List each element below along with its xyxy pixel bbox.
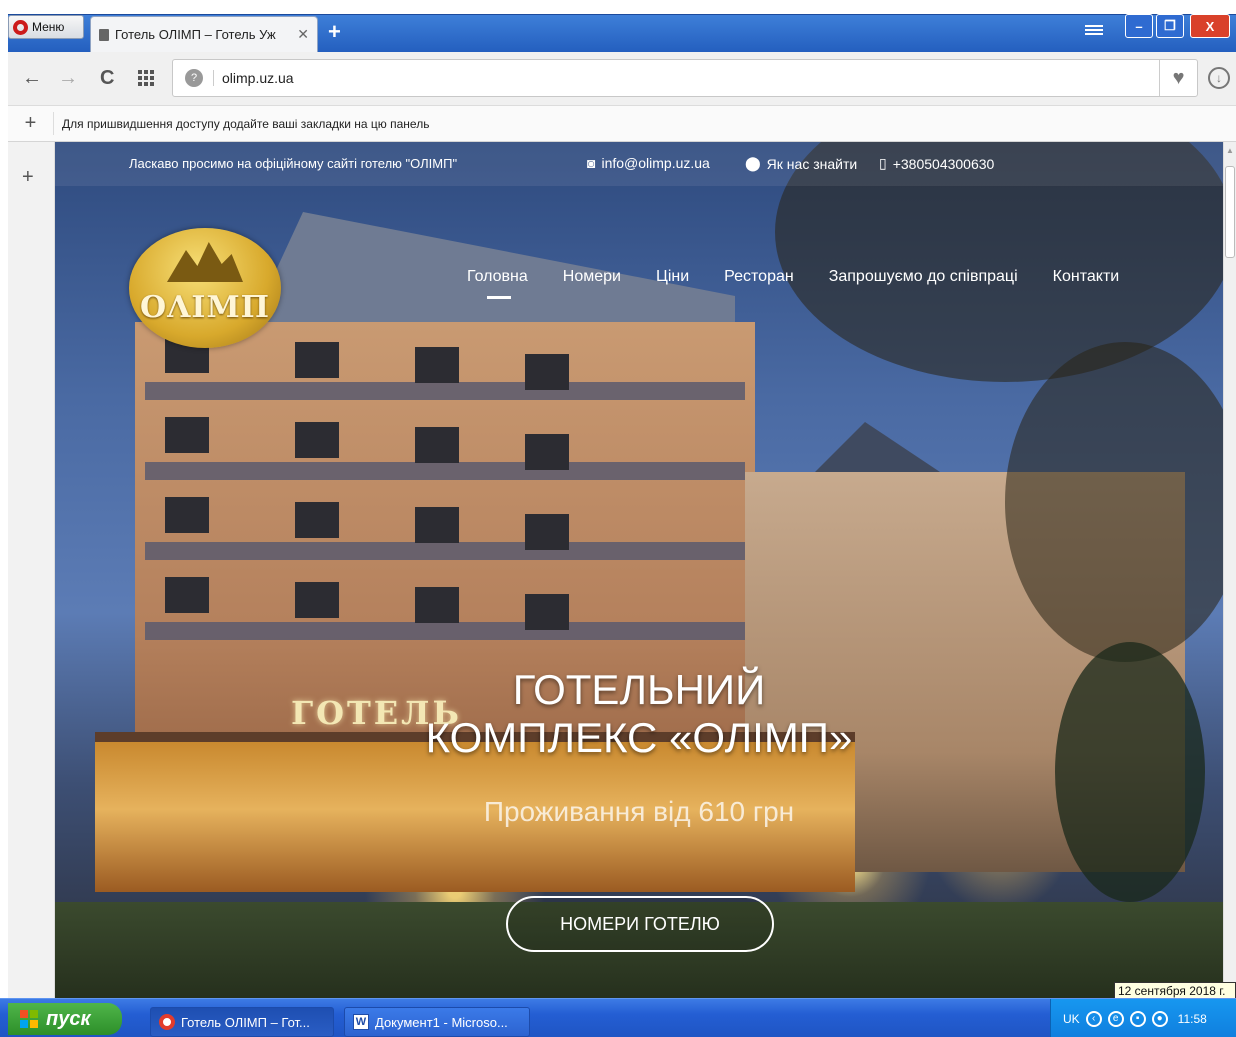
web-page: ГОТЕЛЬ Ласкаво просимо на офіційному сай… xyxy=(55,142,1223,998)
phone-text: +380504300630 xyxy=(892,155,995,172)
bookmarks-hint: Для пришвидшення доступу додайте ваші за… xyxy=(62,116,430,131)
map-pin-icon: ⬤ xyxy=(745,155,761,171)
hero-subtitle: Проживання від 610 грн xyxy=(483,796,795,827)
balcony-row xyxy=(145,382,745,400)
browser-sidebar: + xyxy=(8,142,55,998)
scroll-thumb[interactable] xyxy=(1225,166,1235,258)
window xyxy=(415,507,459,543)
ie-icon[interactable]: e xyxy=(1107,1010,1124,1027)
sidebar-add-button[interactable]: + xyxy=(22,166,34,189)
window xyxy=(295,422,339,458)
system-tray: UK ‹ e ▪ ● 11:58 xyxy=(1050,999,1236,1037)
taskbar-item-label: Документ1 - Microso... xyxy=(375,1014,508,1030)
bookmarks-bar: + Для пришвидшення доступу додайте ваші … xyxy=(8,106,1236,142)
tab-title: Готель ОЛІМП – Готель Уж xyxy=(115,27,276,42)
heart-icon[interactable]: ♥ xyxy=(1159,60,1197,96)
window xyxy=(525,434,569,470)
email-link[interactable]: ◙ info@olimp.uz.ua xyxy=(587,155,710,171)
camera-icon: ◙ xyxy=(587,155,596,171)
url-text[interactable]: olimp.uz.ua xyxy=(213,70,1197,86)
window xyxy=(295,342,339,378)
main-navigation: Головна Номери Ціни Ресторан Запрошуємо … xyxy=(467,268,1120,299)
nav-item-prices[interactable]: Ціни xyxy=(656,268,689,286)
mountain-peaks-icon xyxy=(167,242,243,282)
opera-menu-label: Меню xyxy=(32,20,65,34)
nav-item-cooperation[interactable]: Запрошуємо до співпраці xyxy=(829,268,1018,286)
speed-dial-icon[interactable] xyxy=(138,70,154,86)
add-bookmark-button[interactable]: + xyxy=(8,112,54,135)
opera-menu-button[interactable]: Меню xyxy=(8,15,84,39)
nav-item-restaurant[interactable]: Ресторан xyxy=(724,268,794,286)
page-icon xyxy=(99,28,109,41)
taskbar-item-word[interactable]: W Документ1 - Microso... xyxy=(344,1007,530,1037)
maximize-button[interactable]: ❐ xyxy=(1156,14,1184,38)
window xyxy=(165,497,209,533)
nav-item-rooms[interactable]: Номери xyxy=(563,268,621,286)
window xyxy=(415,427,459,463)
clock[interactable]: 11:58 xyxy=(1178,1012,1207,1026)
back-button[interactable]: ← xyxy=(22,68,42,88)
window xyxy=(525,594,569,630)
tab-active[interactable]: Готель ОЛІМП – Готель Уж ✕ xyxy=(90,16,318,52)
window xyxy=(415,347,459,383)
hero-title-line2: КОМПЛЕКС «ОЛІМП» xyxy=(425,714,853,761)
browser-titlebar: Меню Готель ОЛІМП – Готель Уж ✕ + – ❐ X xyxy=(0,0,1236,52)
scroll-up-icon[interactable]: ▲ xyxy=(1226,146,1234,155)
start-button[interactable]: пуск xyxy=(8,1003,122,1035)
balcony-row xyxy=(145,462,745,480)
opera-logo-icon xyxy=(13,19,28,35)
close-window-button[interactable]: X xyxy=(1190,14,1230,38)
language-indicator[interactable]: UK xyxy=(1063,1012,1080,1026)
phone-icon: ▯ xyxy=(879,155,887,171)
nav-item-contacts[interactable]: Контакти xyxy=(1053,268,1120,286)
window xyxy=(415,587,459,623)
start-label: пуск xyxy=(46,1007,91,1030)
opera-icon xyxy=(159,1014,175,1030)
hero-title-line1: ГОТЕЛЬНИЙ xyxy=(512,666,766,713)
window xyxy=(295,502,339,538)
tab-close-icon[interactable]: ✕ xyxy=(297,26,309,43)
windows-logo-icon xyxy=(20,1010,38,1028)
window xyxy=(525,354,569,390)
email-text: info@olimp.uz.ua xyxy=(601,155,710,171)
find-us-text: Як нас знайти xyxy=(766,155,858,172)
find-us-link[interactable]: ⬤ Як нас знайти xyxy=(745,155,857,172)
download-icon[interactable]: ↓ xyxy=(1208,67,1230,89)
logo-text: ΟΛΙΜΠ xyxy=(140,290,270,325)
url-field[interactable]: ? olimp.uz.ua ♥ xyxy=(172,59,1198,97)
new-tab-button[interactable]: + xyxy=(328,21,341,43)
security-icon[interactable]: ● xyxy=(1151,1010,1168,1027)
phone-link[interactable]: ▯ +380504300630 xyxy=(879,155,994,172)
network-icon[interactable]: ▪ xyxy=(1129,1010,1146,1027)
taskbar-item-opera[interactable]: Готель ОЛІМП – Гот... xyxy=(150,1007,334,1037)
window xyxy=(525,514,569,550)
page-scrollbar[interactable]: ▲ xyxy=(1223,142,1236,998)
site-logo[interactable]: ΟΛΙΜΠ xyxy=(129,228,281,348)
taskbar-item-label: Готель ОЛІМП – Гот... xyxy=(181,1014,310,1030)
hero-title: ГОТЕЛЬНИЙ КОМПЛЕКС «ОЛІМП» xyxy=(55,666,1223,762)
site-info-icon[interactable]: ? xyxy=(185,69,203,87)
balcony-row xyxy=(145,622,745,640)
windows-taskbar: пуск Готель ОЛІМП – Гот... W Документ1 -… xyxy=(0,998,1236,1037)
welcome-text: Ласкаво просимо на офіційному сайті готе… xyxy=(129,156,458,171)
balcony-row xyxy=(145,542,745,560)
tab-menu-icon[interactable] xyxy=(1085,23,1103,39)
forward-button[interactable]: → xyxy=(58,68,78,88)
word-icon: W xyxy=(353,1014,369,1030)
address-bar: ← → C ? olimp.uz.ua ♥ ↓ xyxy=(8,52,1236,106)
minimize-button[interactable]: – xyxy=(1125,14,1153,38)
window xyxy=(295,582,339,618)
window xyxy=(165,417,209,453)
hotel-rooms-button[interactable]: НОМЕРИ ГОТЕЛЮ xyxy=(506,896,774,952)
nav-item-home[interactable]: Головна xyxy=(467,268,528,299)
window xyxy=(165,577,209,613)
reload-button[interactable]: C xyxy=(100,68,114,88)
top-info-bar: Ласкаво просимо на офіційному сайті готе… xyxy=(55,142,1223,186)
tray-arrow-icon[interactable]: ‹ xyxy=(1085,1010,1102,1027)
